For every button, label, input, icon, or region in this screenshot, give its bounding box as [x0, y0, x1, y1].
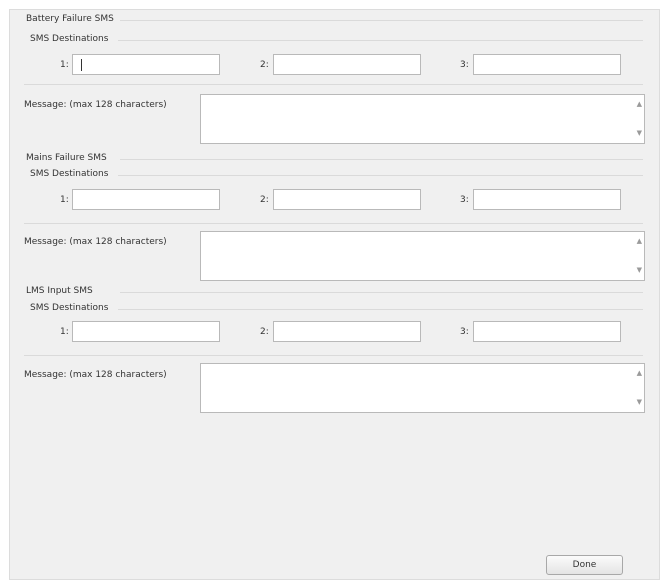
title-divider — [120, 20, 643, 21]
scroll-up-icon[interactable]: ▲ — [637, 101, 642, 108]
message-textarea[interactable]: ▲ ▼ — [200, 363, 645, 413]
destination-3-label: 3: — [460, 195, 469, 205]
destination-3-label: 3: — [460, 327, 469, 337]
destination-1-label: 1: — [60, 60, 69, 70]
message-divider — [24, 223, 643, 224]
destination-2-input[interactable] — [273, 54, 421, 75]
message-label: Message: (max 128 characters) — [24, 237, 167, 247]
destination-2-input[interactable] — [273, 321, 421, 342]
destinations-label: SMS Destinations — [30, 34, 109, 44]
message-textarea[interactable]: ▲ ▼ — [200, 231, 645, 281]
message-divider — [24, 84, 643, 85]
scroll-up-icon[interactable]: ▲ — [637, 370, 642, 377]
title-divider — [120, 159, 643, 160]
destination-3-input[interactable] — [473, 189, 621, 210]
message-label: Message: (max 128 characters) — [24, 100, 167, 110]
destinations-divider — [118, 175, 643, 176]
destinations-label: SMS Destinations — [30, 303, 109, 313]
title-divider — [120, 292, 643, 293]
text-cursor — [81, 59, 82, 71]
section-title: Battery Failure SMS — [26, 14, 114, 24]
scroll-down-icon[interactable]: ▼ — [637, 130, 642, 137]
section-title: LMS Input SMS — [26, 286, 93, 296]
destination-1-input[interactable] — [72, 189, 220, 210]
scroll-down-icon[interactable]: ▼ — [637, 267, 642, 274]
message-divider — [24, 355, 643, 356]
destination-3-label: 3: — [460, 60, 469, 70]
message-textarea[interactable]: ▲ ▼ — [200, 94, 645, 144]
destination-2-input[interactable] — [273, 189, 421, 210]
destination-1-input[interactable] — [72, 321, 220, 342]
destination-2-label: 2: — [260, 60, 269, 70]
done-button[interactable]: Done — [546, 555, 623, 575]
destination-3-input[interactable] — [473, 54, 621, 75]
destination-1-label: 1: — [60, 327, 69, 337]
destination-1-input[interactable] — [72, 54, 220, 75]
scroll-up-icon[interactable]: ▲ — [637, 238, 642, 245]
destination-3-input[interactable] — [473, 321, 621, 342]
destinations-divider — [118, 40, 643, 41]
sms-settings-panel: Battery Failure SMS SMS Destinations 1: … — [9, 9, 660, 580]
destinations-divider — [118, 309, 643, 310]
destinations-label: SMS Destinations — [30, 169, 109, 179]
destination-2-label: 2: — [260, 327, 269, 337]
scroll-down-icon[interactable]: ▼ — [637, 399, 642, 406]
destination-1-label: 1: — [60, 195, 69, 205]
message-label: Message: (max 128 characters) — [24, 370, 167, 380]
section-title: Mains Failure SMS — [26, 153, 107, 163]
destination-2-label: 2: — [260, 195, 269, 205]
